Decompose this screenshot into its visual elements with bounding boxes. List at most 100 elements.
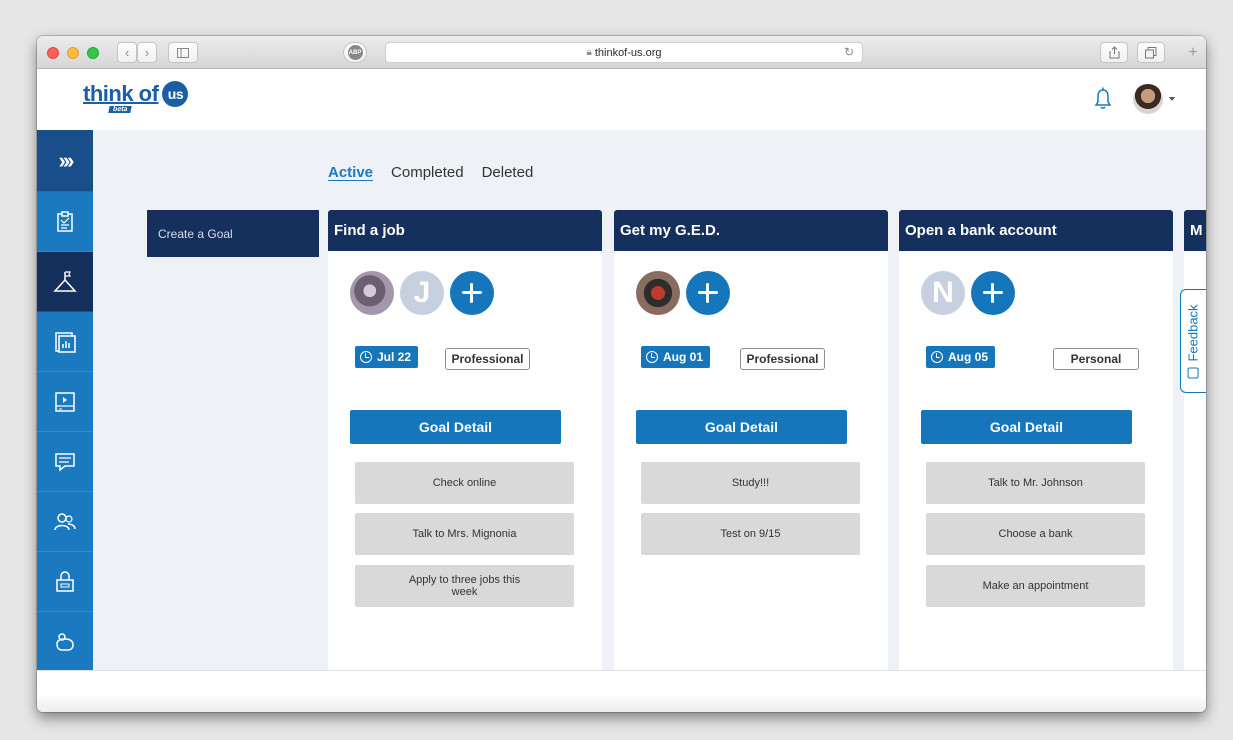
feedback-label: Feedback: [1186, 303, 1201, 362]
sidebar-item-reports[interactable]: [37, 312, 93, 372]
sidebar-icon: [177, 47, 189, 58]
share-button[interactable]: [1100, 42, 1128, 63]
video-icon: [55, 391, 75, 412]
goal-status-tabs: Active Completed Deleted: [328, 164, 533, 181]
member-avatar[interactable]: J: [400, 271, 444, 315]
goal-title[interactable]: M: [1184, 210, 1206, 251]
goal-detail-button[interactable]: Goal Detail: [636, 410, 847, 444]
notification-bell-icon[interactable]: [1093, 87, 1113, 111]
goal-card: M: [1184, 210, 1206, 670]
due-date-text: Aug 01: [663, 350, 704, 364]
chat-icon: [55, 452, 75, 472]
adblock-button[interactable]: ABP: [343, 42, 367, 63]
clock-icon: [931, 351, 943, 363]
add-member-button[interactable]: [450, 271, 494, 315]
add-member-button[interactable]: [971, 271, 1015, 315]
create-goal-button[interactable]: Create a Goal: [147, 210, 319, 257]
feedback-icon: [1188, 367, 1199, 379]
goal-card: Open a bank account N Aug 05 Personal Go…: [899, 210, 1173, 670]
new-tab-button[interactable]: +: [1181, 42, 1205, 63]
user-avatar[interactable]: [1133, 84, 1163, 114]
share-icon: [1109, 46, 1119, 59]
sidebar-toggle-button[interactable]: [168, 42, 198, 63]
lock-icon: 🔒︎: [586, 47, 592, 58]
logo[interactable]: think of us beta: [83, 81, 189, 117]
sidebar-item-security[interactable]: [37, 552, 93, 612]
due-date-text: Jul 22: [377, 350, 412, 364]
adblock-icon: ABP: [347, 45, 363, 60]
due-date-text: Aug 05: [948, 350, 989, 364]
goal-title[interactable]: Find a job: [328, 210, 602, 251]
forward-button[interactable]: ›: [137, 42, 157, 63]
category-badge: Professional: [740, 348, 825, 370]
goal-card: Get my G.E.D. Aug 01 Professional Goal D…: [614, 210, 888, 670]
logo-us-circle: us: [162, 81, 189, 107]
double-chevron-right-icon: ›››: [58, 147, 75, 173]
url-text: thinkof-us.org: [594, 46, 662, 59]
logo-wordmark: think of us: [83, 81, 189, 107]
tabs-icon: [1145, 46, 1157, 58]
category-badge: Professional: [445, 348, 530, 370]
category-badge: Personal: [1053, 348, 1139, 370]
browser-window: ‹ › ABP 🔒︎ thinkof-us.org ↻ + think of u…: [37, 36, 1206, 712]
tab-active[interactable]: Active: [328, 164, 373, 181]
sidebar-item-people[interactable]: [37, 492, 93, 552]
sidebar-item-goals[interactable]: [37, 252, 93, 312]
chevron-down-icon[interactable]: [1169, 97, 1175, 101]
task-item[interactable]: Study!!!: [641, 462, 860, 504]
address-bar[interactable]: 🔒︎ thinkof-us.org ↻: [385, 42, 863, 63]
sidebar-item-messages[interactable]: [37, 432, 93, 492]
task-item[interactable]: Choose a bank: [926, 513, 1145, 555]
goal-detail-button[interactable]: Goal Detail: [350, 410, 561, 444]
sidebar-expand-button[interactable]: ›››: [37, 130, 93, 192]
lock-icon: [56, 570, 74, 592]
tab-completed[interactable]: Completed: [391, 164, 464, 181]
add-member-button[interactable]: [686, 271, 730, 315]
clock-icon: [360, 351, 372, 363]
reload-icon[interactable]: ↻: [844, 45, 854, 59]
member-avatar[interactable]: N: [921, 271, 965, 315]
minimize-window-button[interactable]: [67, 47, 79, 59]
goal-card: Find a job J Jul 22 Professional Goal De…: [328, 210, 602, 670]
task-item[interactable]: Talk to Mrs. Mignonia: [355, 513, 574, 555]
task-item[interactable]: Apply to three jobs this week: [355, 565, 574, 607]
tabs-overview-button[interactable]: [1137, 42, 1165, 63]
back-button[interactable]: ‹: [117, 42, 137, 63]
goal-title[interactable]: Get my G.E.D.: [614, 210, 888, 251]
piggy-bank-icon: [56, 632, 74, 651]
task-item[interactable]: Talk to Mr. Johnson: [926, 462, 1145, 504]
member-avatar[interactable]: [636, 271, 680, 315]
due-date-badge: Aug 01: [641, 346, 711, 368]
zoom-window-button[interactable]: [87, 47, 99, 59]
sidebar-item-savings[interactable]: [37, 612, 93, 672]
sidebar-item-media[interactable]: [37, 372, 93, 432]
goal-members: [636, 271, 730, 315]
task-item[interactable]: Test on 9/15: [641, 513, 860, 555]
goal-members: J: [350, 271, 494, 315]
task-item[interactable]: Make an appointment: [926, 565, 1145, 607]
tab-deleted[interactable]: Deleted: [482, 164, 534, 181]
feedback-label-wrap: Feedback: [1186, 303, 1201, 379]
logo-beta-tag: beta: [108, 106, 133, 113]
sidebar-item-checklist[interactable]: [37, 192, 93, 252]
clipboard-icon: [57, 210, 73, 232]
browser-toolbar: ‹ › ABP 🔒︎ thinkof-us.org ↻ +: [37, 36, 1206, 69]
people-icon: [54, 512, 76, 530]
member-avatar[interactable]: [350, 271, 394, 315]
page-footer: [37, 670, 1206, 712]
logo-text: think of: [83, 81, 159, 106]
main-content: Active Completed Deleted Create a Goal F…: [93, 130, 1206, 670]
clock-icon: [646, 351, 658, 363]
site-header: think of us beta: [37, 69, 1206, 129]
chart-document-icon: [55, 331, 76, 353]
sidebar: ›››: [37, 130, 93, 672]
task-item[interactable]: Check online: [355, 462, 574, 504]
close-window-button[interactable]: [47, 47, 59, 59]
due-date-badge: Aug 05: [926, 346, 996, 368]
goal-title[interactable]: Open a bank account: [899, 210, 1173, 251]
goal-detail-button[interactable]: Goal Detail: [921, 410, 1132, 444]
due-date-badge: Jul 22: [355, 346, 419, 368]
feedback-tab[interactable]: Feedback: [1180, 289, 1206, 393]
goal-members: N: [921, 271, 1015, 315]
mountain-flag-icon: [53, 270, 77, 292]
